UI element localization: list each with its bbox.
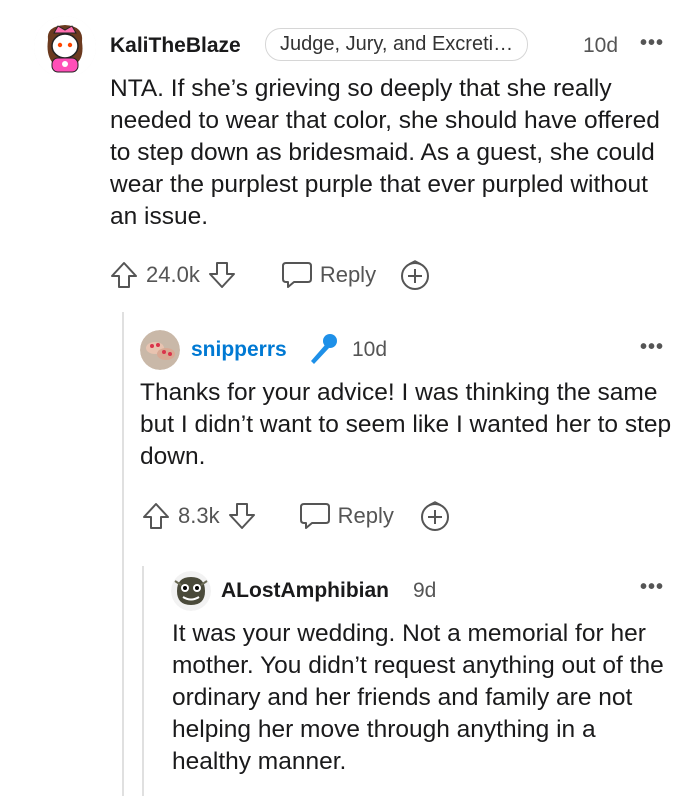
speech-bubble-icon xyxy=(299,503,330,529)
timestamp[interactable]: 10d xyxy=(583,34,618,58)
more-options-icon[interactable]: ••• xyxy=(640,32,664,55)
comment-body: It was your wedding. Not a memorial for … xyxy=(172,620,664,775)
more-options-icon[interactable]: ••• xyxy=(640,576,664,599)
reply-button[interactable]: Reply xyxy=(298,501,394,531)
plus-circle-icon xyxy=(401,260,430,290)
reply-label: Reply xyxy=(337,503,394,528)
user-flair: Judge, Jury, and Excreti… xyxy=(265,28,529,61)
thread-line-level-2[interactable] xyxy=(142,566,144,796)
avatar[interactable] xyxy=(171,571,211,611)
thread-line-level-1[interactable] xyxy=(122,312,124,796)
microphone-icon xyxy=(305,331,341,372)
arrow-down-icon[interactable] xyxy=(206,259,238,291)
timestamp[interactable]: 10d xyxy=(352,338,387,362)
award-button[interactable] xyxy=(418,499,452,533)
username[interactable]: ALostAmphibian xyxy=(221,579,389,603)
comment-actions: 24.0k Reply xyxy=(108,258,432,292)
arrow-up-icon[interactable] xyxy=(140,500,172,532)
vote-count: 8.3k xyxy=(178,503,220,528)
speech-bubble-icon xyxy=(281,262,312,288)
reply-label: Reply xyxy=(319,262,377,287)
avatar[interactable] xyxy=(140,330,180,370)
award-button[interactable] xyxy=(398,258,432,292)
timestamp[interactable]: 9d xyxy=(413,579,436,603)
arrow-up-icon[interactable] xyxy=(108,259,140,291)
arrow-down-icon[interactable] xyxy=(226,500,258,532)
comment-actions: 8.3k Reply xyxy=(140,499,452,533)
username[interactable]: KaliTheBlaze xyxy=(110,34,241,58)
vote-count: 24.0k xyxy=(146,262,200,287)
avatar[interactable] xyxy=(34,16,96,78)
comment-body: Thanks for your advice! I was thinking t… xyxy=(140,379,672,470)
more-options-icon[interactable]: ••• xyxy=(640,336,664,359)
reply-button[interactable]: Reply xyxy=(280,260,376,290)
plus-circle-icon xyxy=(420,501,449,531)
username-op[interactable]: snipperrs xyxy=(191,338,287,362)
comment-body: NTA. If she’s grieving so deeply that sh… xyxy=(110,75,660,230)
